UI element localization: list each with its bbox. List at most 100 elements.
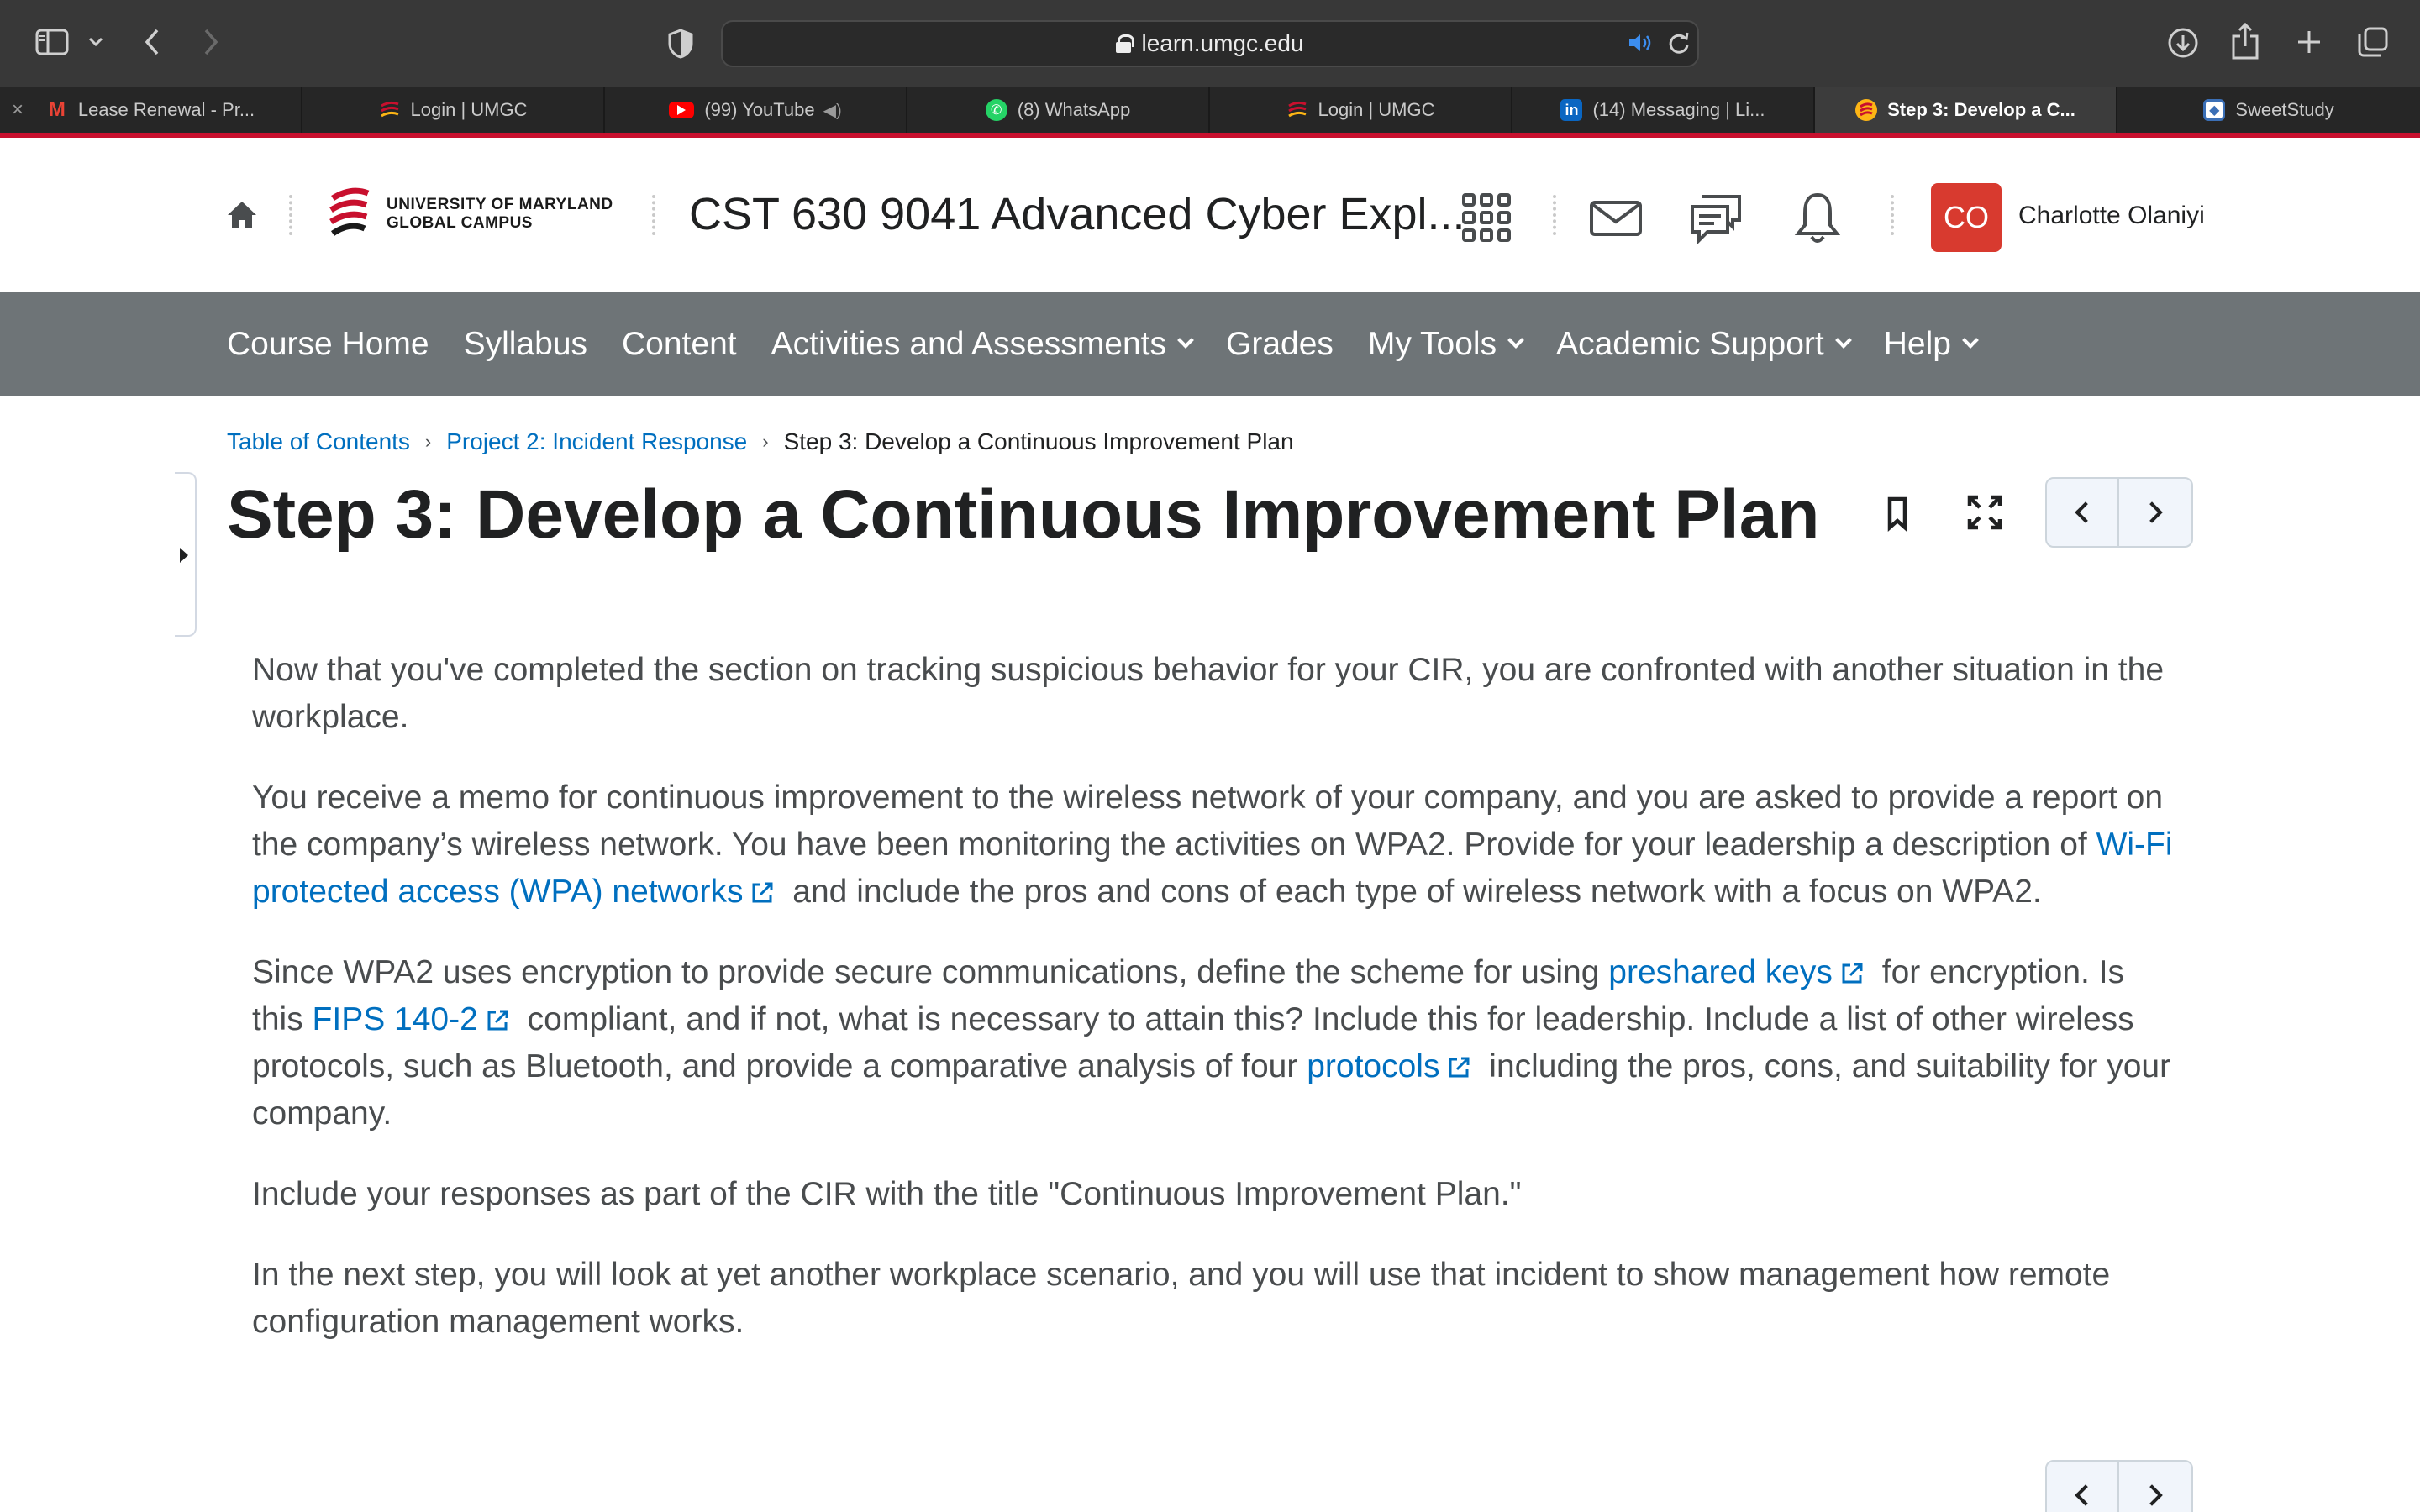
tab-bar: × M Lease Renewal - Pr... Login | UMGC (… — [0, 87, 2420, 138]
lock-icon — [1116, 34, 1135, 53]
mail-icon[interactable] — [1588, 190, 1644, 245]
youtube-icon — [669, 102, 695, 118]
bell-icon[interactable] — [1790, 190, 1845, 245]
next-topic-button[interactable] — [2119, 1462, 2191, 1512]
tab-sweetstudy[interactable]: ◆ SweetStudy — [2118, 87, 2420, 133]
nav-my-tools[interactable]: My Tools — [1367, 326, 1524, 363]
nav-grades[interactable]: Grades — [1226, 326, 1334, 363]
text-run: Since WPA2 uses encryption to provide se… — [252, 954, 1609, 990]
umgc-icon — [1855, 99, 1878, 121]
tab-step3-active[interactable]: Step 3: Develop a C... — [1815, 87, 2118, 133]
chevron-right-icon — [2141, 1484, 2163, 1506]
course-navbar: Course Home Syllabus Content Activities … — [0, 292, 2420, 396]
nav-label: Academic Support — [1556, 326, 1824, 362]
downloads-icon[interactable] — [2166, 25, 2200, 60]
chevron-left-icon — [2075, 1484, 2096, 1506]
tab-linkedin[interactable]: in (14) Messaging | Li... — [1512, 87, 1815, 133]
nav-academic-support[interactable]: Academic Support — [1556, 326, 1852, 363]
chevron-down-icon — [1962, 332, 1979, 349]
paragraph-responses: Include your responses as part of the CI… — [252, 1176, 1522, 1212]
breadcrumb-table-of-contents[interactable]: Table of Contents — [227, 428, 410, 455]
nav-label: Course Home — [227, 326, 429, 362]
nav-label: Content — [622, 326, 737, 362]
address-url: learn.umgc.edu — [1141, 30, 1304, 56]
breadcrumb: Table of Contents › Project 2: Incident … — [227, 428, 1294, 455]
chevron-left-icon — [2075, 501, 2096, 523]
tab-whatsapp[interactable]: ✆ (8) WhatsApp — [908, 87, 1210, 133]
tab-label: Login | UMGC — [410, 99, 528, 120]
tab-gmail[interactable]: × M Lease Renewal - Pr... — [0, 87, 302, 133]
home-icon[interactable] — [225, 198, 259, 232]
nav-activities-assessments[interactable]: Activities and Assessments — [771, 326, 1194, 363]
close-tab-icon[interactable]: × — [12, 98, 24, 122]
logo-line-2: GLOBAL CAMPUS — [387, 214, 533, 232]
course-title[interactable]: CST 630 9041 Advanced Cyber Expl... — [689, 188, 1465, 240]
gmail-icon: M — [48, 98, 66, 121]
forward-icon[interactable] — [198, 25, 224, 59]
external-link-icon — [1842, 963, 1863, 984]
next-topic-button[interactable] — [2119, 479, 2191, 546]
user-name[interactable]: Charlotte Olaniyi — [2018, 202, 2205, 230]
tab-label: SweetStudy — [2235, 99, 2334, 120]
speaker-icon[interactable]: ◀) — [823, 100, 842, 121]
chat-icon[interactable] — [1689, 190, 1744, 245]
tab-overview-icon[interactable] — [2356, 25, 2390, 59]
logo-line-1: UNIVERSITY OF MARYLAND — [387, 196, 613, 213]
tab-umgc-login-2[interactable]: Login | UMGC — [1210, 87, 1512, 133]
nav-label: Help — [1883, 326, 1951, 362]
paragraph-encryption: Since WPA2 uses encryption to provide se… — [252, 949, 2176, 1137]
avatar[interactable]: CO — [1931, 183, 2002, 252]
page-title: Step 3: Develop a Continuous Improvement… — [227, 476, 1820, 553]
tab-youtube[interactable]: (99) YouTube ◀) — [605, 87, 908, 133]
nav-syllabus[interactable]: Syllabus — [464, 326, 587, 363]
whatsapp-icon: ✆ — [985, 99, 1007, 121]
breadcrumb-project-2[interactable]: Project 2: Incident Response — [446, 428, 747, 455]
previous-topic-button[interactable] — [2047, 479, 2119, 546]
fips-140-2-link[interactable]: FIPS 140-2 — [313, 1001, 478, 1037]
new-tab-icon[interactable] — [2294, 27, 2324, 57]
breadcrumb-chevron-icon: › — [424, 431, 432, 452]
topic-pager-bottom — [2045, 1460, 2193, 1512]
bookmark-icon[interactable] — [1874, 489, 1921, 536]
tab-umgc-login-1[interactable]: Login | UMGC — [302, 87, 605, 133]
browser-toolbar: learn.umgc.edu — [0, 0, 2420, 87]
privacy-shield-icon[interactable] — [666, 27, 696, 60]
chevron-right-icon — [2141, 501, 2163, 523]
linkedin-icon: in — [1560, 99, 1583, 121]
external-link-icon — [752, 882, 773, 903]
tab-label: (99) YouTube — [704, 99, 815, 120]
nav-help[interactable]: Help — [1883, 326, 1979, 363]
divider — [652, 195, 655, 235]
divider — [1891, 195, 1894, 235]
back-icon[interactable] — [139, 25, 165, 59]
breadcrumb-chevron-icon: › — [762, 431, 769, 452]
share-icon[interactable] — [2230, 22, 2260, 60]
site-header: UNIVERSITY OF MARYLAND GLOBAL CAMPUS CST… — [0, 143, 2420, 292]
protocols-link[interactable]: protocols — [1307, 1048, 1439, 1084]
topic-pager-top — [2045, 477, 2193, 548]
address-bar[interactable]: learn.umgc.edu — [721, 20, 1699, 67]
reload-icon[interactable] — [1665, 29, 1692, 57]
topic-content: Now that you've completed the section on… — [252, 647, 2176, 1379]
umgc-icon — [1286, 99, 1308, 121]
fullscreen-icon[interactable] — [1961, 489, 2008, 536]
divider — [1553, 195, 1556, 235]
paragraph-next-step: In the next step, you will look at yet a… — [252, 1257, 2111, 1340]
nav-course-home[interactable]: Course Home — [227, 326, 429, 363]
audio-playing-icon[interactable] — [1627, 30, 1654, 55]
sidebar-toggle-icon[interactable] — [34, 27, 71, 57]
umgc-logo[interactable]: UNIVERSITY OF MARYLAND GLOBAL CAMPUS — [326, 186, 613, 242]
preshared-keys-link[interactable]: preshared keys — [1608, 954, 1833, 990]
tab-label: (14) Messaging | Li... — [1592, 99, 1765, 120]
nav-content[interactable]: Content — [622, 326, 737, 363]
chevron-down-icon[interactable] — [86, 32, 106, 52]
chevron-down-icon — [1834, 332, 1852, 349]
external-link-icon — [1449, 1057, 1470, 1078]
text-run: You receive a memo for continuous improv… — [252, 780, 2164, 863]
toc-panel-toggle[interactable] — [175, 472, 197, 637]
nav-label: Syllabus — [463, 326, 588, 362]
nav-label: My Tools — [1367, 326, 1497, 362]
previous-topic-button[interactable] — [2047, 1462, 2119, 1512]
paragraph-memo: You receive a memo for continuous improv… — [252, 774, 2176, 916]
course-selector-grid-icon[interactable] — [1459, 190, 1514, 245]
